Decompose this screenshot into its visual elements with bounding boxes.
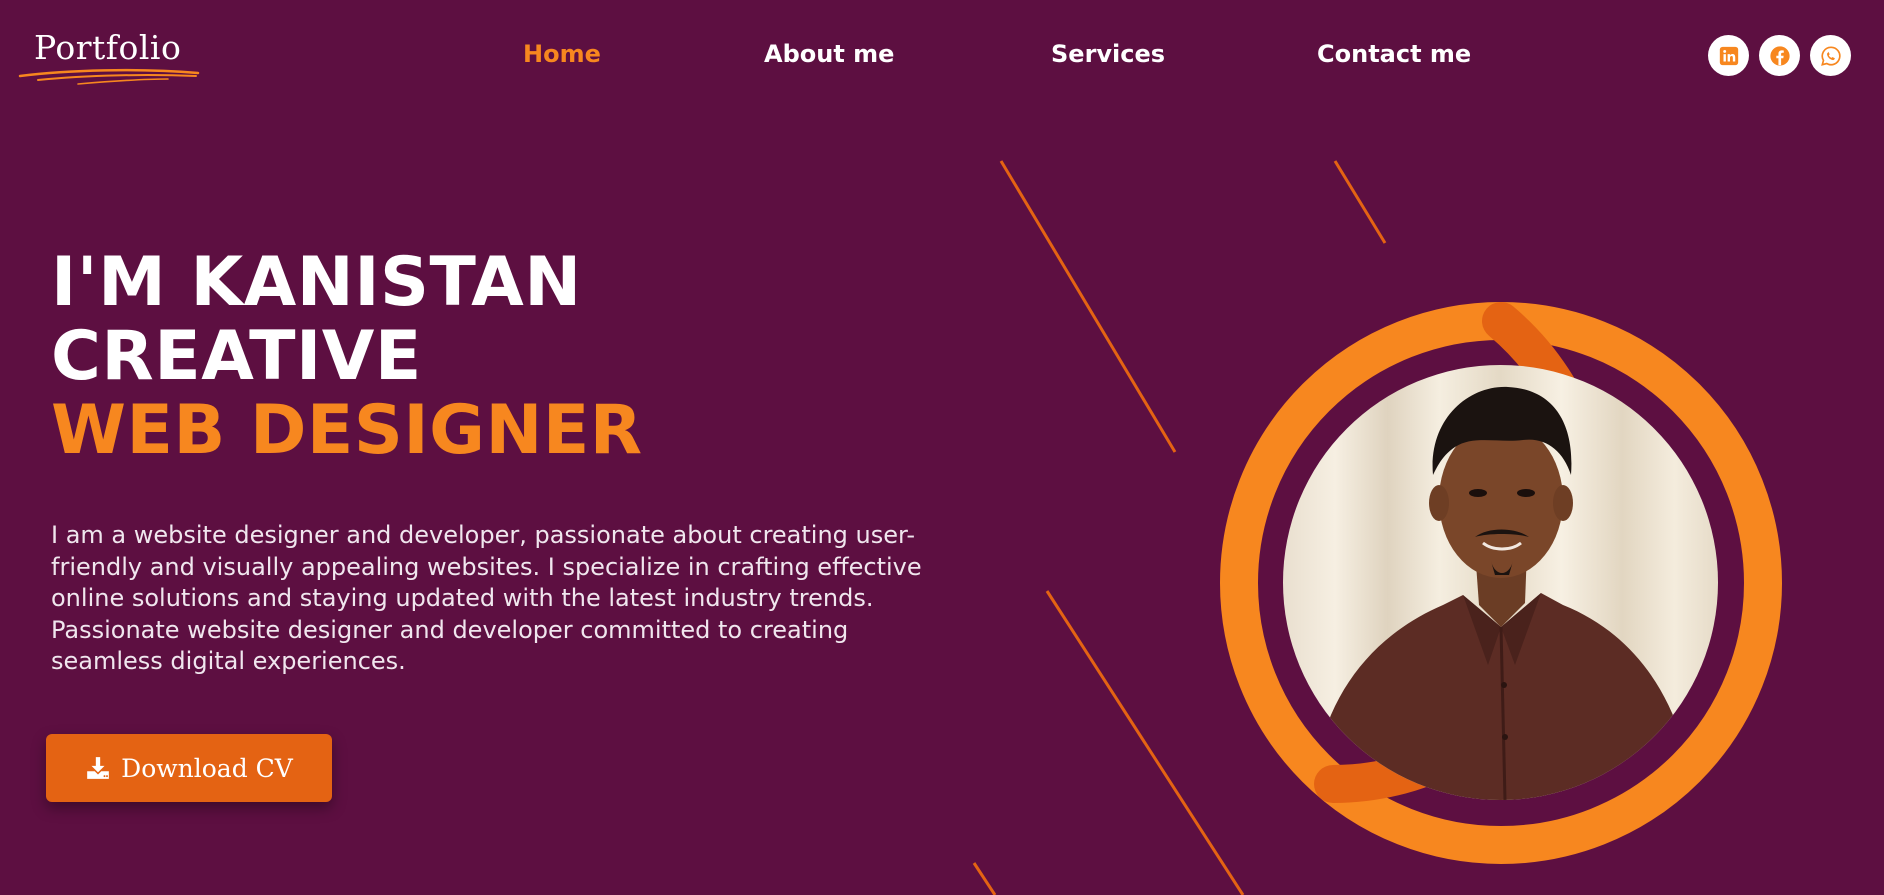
nav-about-me[interactable]: About me — [764, 40, 894, 68]
hero-title: I'M KANISTAN CREATIVE WEB DESIGNER — [51, 246, 643, 468]
profile-photo — [1283, 365, 1718, 800]
decorative-line — [972, 862, 997, 895]
decorative-line — [999, 160, 1177, 453]
main-nav: Home About me Services Contact me — [0, 40, 1884, 74]
nav-contact-me[interactable]: Contact me — [1317, 40, 1471, 68]
whatsapp-icon — [1820, 45, 1841, 66]
download-cv-label: Download CV — [121, 753, 293, 783]
hero-title-line1: I'M KANISTAN — [51, 243, 582, 322]
hero-description: I am a website designer and developer, p… — [51, 521, 922, 675]
whatsapp-button[interactable] — [1810, 35, 1851, 76]
facebook-button[interactable] — [1759, 35, 1800, 76]
decorative-line — [1045, 590, 1245, 895]
nav-services[interactable]: Services — [1051, 40, 1165, 68]
hero-title-line2: CREATIVE — [51, 317, 422, 396]
linkedin-icon — [1719, 46, 1738, 65]
download-cv-button[interactable]: Download CV — [46, 734, 332, 802]
decorative-line — [1333, 160, 1387, 244]
linkedin-button[interactable] — [1708, 35, 1749, 76]
facebook-icon — [1769, 45, 1790, 66]
download-icon — [87, 757, 109, 779]
nav-home[interactable]: Home — [523, 40, 601, 68]
hero-title-line3: WEB DESIGNER — [51, 391, 643, 470]
